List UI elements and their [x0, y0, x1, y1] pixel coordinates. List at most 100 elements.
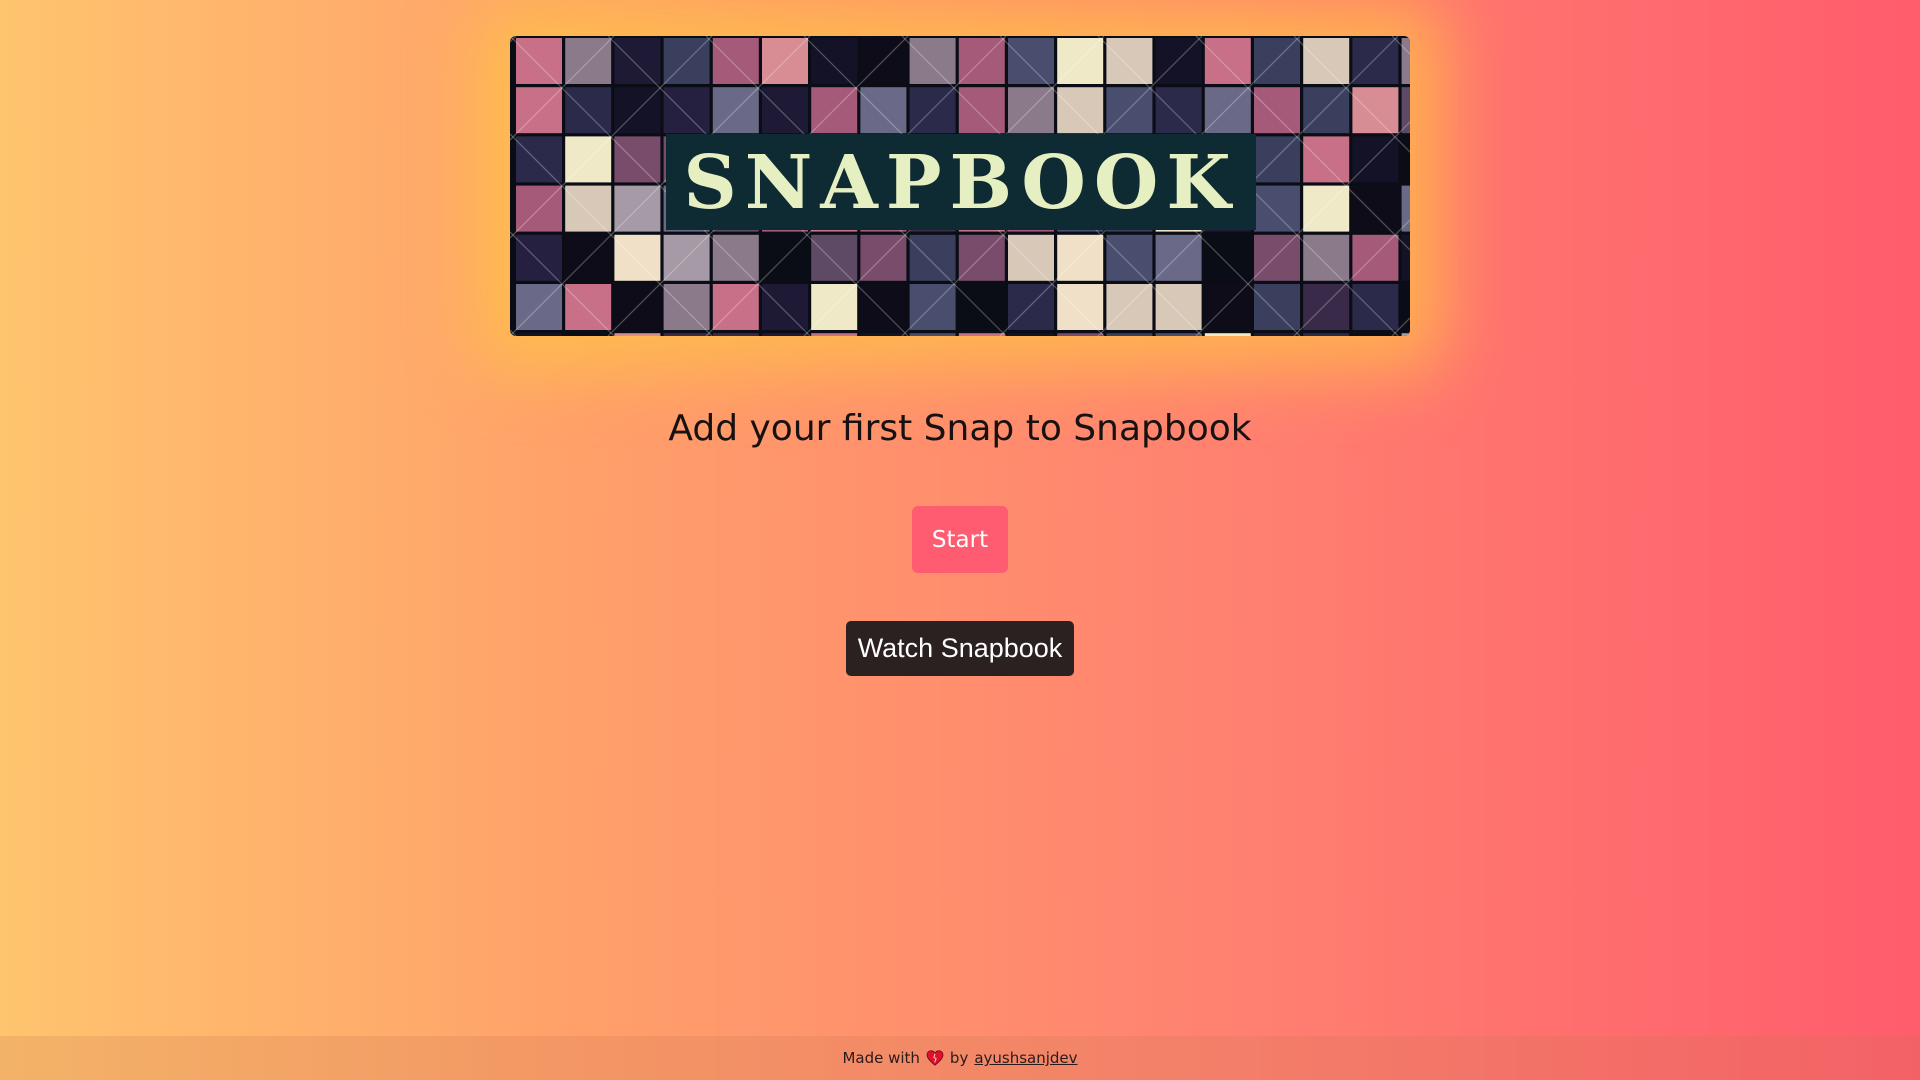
mosaic-tile [1106, 234, 1153, 281]
snapbook-banner: SNAPBOOK [510, 36, 1410, 336]
mosaic-tile [712, 333, 759, 336]
mosaic-tile [1155, 87, 1202, 134]
mosaic-tile [811, 333, 858, 336]
watch-snapbook-button[interactable]: Watch Snapbook [846, 621, 1074, 676]
mosaic-tile [1106, 38, 1153, 84]
mosaic-tile [1057, 234, 1104, 281]
mosaic-tile [1352, 284, 1399, 330]
heart-icon [926, 1050, 944, 1066]
mosaic-tile [1008, 333, 1054, 336]
banner-logo-text: SNAPBOOK [683, 140, 1238, 226]
mosaic-tile [1155, 333, 1202, 336]
mosaic-tile [1204, 87, 1251, 134]
mosaic-tile [1303, 38, 1350, 84]
footer-made-with-text: Made with [842, 1049, 920, 1067]
mosaic-tile [1401, 234, 1410, 281]
mosaic-tile [663, 333, 710, 336]
mosaic-tile [860, 87, 907, 134]
mosaic-tile [1057, 284, 1104, 330]
mosaic-tile [1401, 136, 1410, 183]
mosaic-tile [860, 284, 907, 330]
mosaic-tile [811, 284, 858, 330]
mosaic-tile [1352, 234, 1399, 281]
mosaic-tile [1155, 38, 1202, 84]
start-button[interactable]: Start [912, 506, 1008, 573]
banner-mosaic-image: SNAPBOOK [510, 36, 1410, 336]
mosaic-tile [1057, 333, 1104, 336]
mosaic-tile [1352, 38, 1399, 84]
mosaic-tile [860, 333, 907, 336]
mosaic-tile [1254, 333, 1300, 336]
mosaic-tile [565, 87, 612, 134]
mosaic-tile [1352, 333, 1399, 336]
mosaic-tile [762, 284, 808, 330]
mosaic-diagonal-line [510, 329, 517, 336]
mosaic-tile [1352, 87, 1399, 134]
page-heading: Add your first Snap to Snapbook [668, 408, 1252, 449]
mosaic-tile [614, 38, 661, 84]
author-link[interactable]: ayushsanjdev [974, 1049, 1077, 1067]
mosaic-tile [1155, 234, 1202, 281]
mosaic-tile [516, 136, 562, 183]
mosaic-tile [1106, 87, 1153, 134]
mosaic-tile [516, 234, 562, 281]
mosaic-tile [860, 234, 907, 281]
mosaic-tile [1401, 284, 1410, 330]
footer: Made with by ayushsanjdev [0, 1036, 1920, 1080]
mosaic-tile [909, 333, 956, 336]
mosaic-tile [1303, 185, 1350, 232]
mosaic-tile [958, 234, 1005, 281]
mosaic-tile [1303, 87, 1350, 134]
mosaic-tile [1303, 136, 1350, 183]
mosaic-tile [762, 333, 808, 336]
mosaic-tile [1008, 284, 1054, 330]
mosaic-tile [516, 333, 562, 336]
mosaic-tile [958, 87, 1005, 134]
mosaic-tile [712, 234, 759, 281]
mosaic-tile [811, 38, 858, 84]
mosaic-tile [1254, 38, 1300, 84]
mosaic-tile [1008, 87, 1054, 134]
mosaic-tile [1008, 38, 1054, 84]
mosaic-tile [958, 284, 1005, 330]
mosaic-tile [1057, 87, 1104, 134]
mosaic-tile [1254, 185, 1300, 232]
mosaic-tile [1204, 333, 1251, 336]
mosaic-tile [565, 284, 612, 330]
mosaic-tile [1204, 234, 1251, 281]
mosaic-tile [958, 333, 1005, 336]
mosaic-tile [614, 136, 661, 183]
mosaic-tile [1401, 333, 1410, 336]
mosaic-tile [1303, 284, 1350, 330]
mosaic-tile [909, 284, 956, 330]
mosaic-tile [663, 284, 710, 330]
mosaic-tile [663, 87, 710, 134]
mosaic-tile [614, 234, 661, 281]
mosaic-tile [811, 234, 858, 281]
footer-by-text: by [949, 1049, 969, 1067]
mosaic-tile [516, 38, 562, 84]
mosaic-diagonal-line [510, 36, 517, 43]
mosaic-tile [1106, 284, 1153, 330]
mosaic-tile [1057, 38, 1104, 84]
mosaic-tile [1204, 284, 1251, 330]
mosaic-tile [565, 333, 612, 336]
mosaic-tile [1106, 333, 1153, 336]
mosaic-tile [1254, 87, 1300, 134]
mosaic-tile [565, 185, 612, 232]
mosaic-tile [1352, 185, 1399, 232]
mosaic-tile [1254, 136, 1300, 183]
mosaic-tile [1352, 136, 1399, 183]
mosaic-tile [909, 234, 956, 281]
mosaic-tile [1008, 234, 1054, 281]
mosaic-tile [1303, 333, 1350, 336]
mosaic-tile [1303, 234, 1350, 281]
mosaic-tile [909, 38, 956, 84]
mosaic-tile [1254, 284, 1300, 330]
mosaic-tile [1401, 38, 1410, 84]
mosaic-tile [1204, 38, 1251, 84]
mosaic-tile [1155, 284, 1202, 330]
mosaic-tile [614, 333, 661, 336]
mosaic-tile [762, 87, 808, 134]
mosaic-tile [1254, 234, 1300, 281]
